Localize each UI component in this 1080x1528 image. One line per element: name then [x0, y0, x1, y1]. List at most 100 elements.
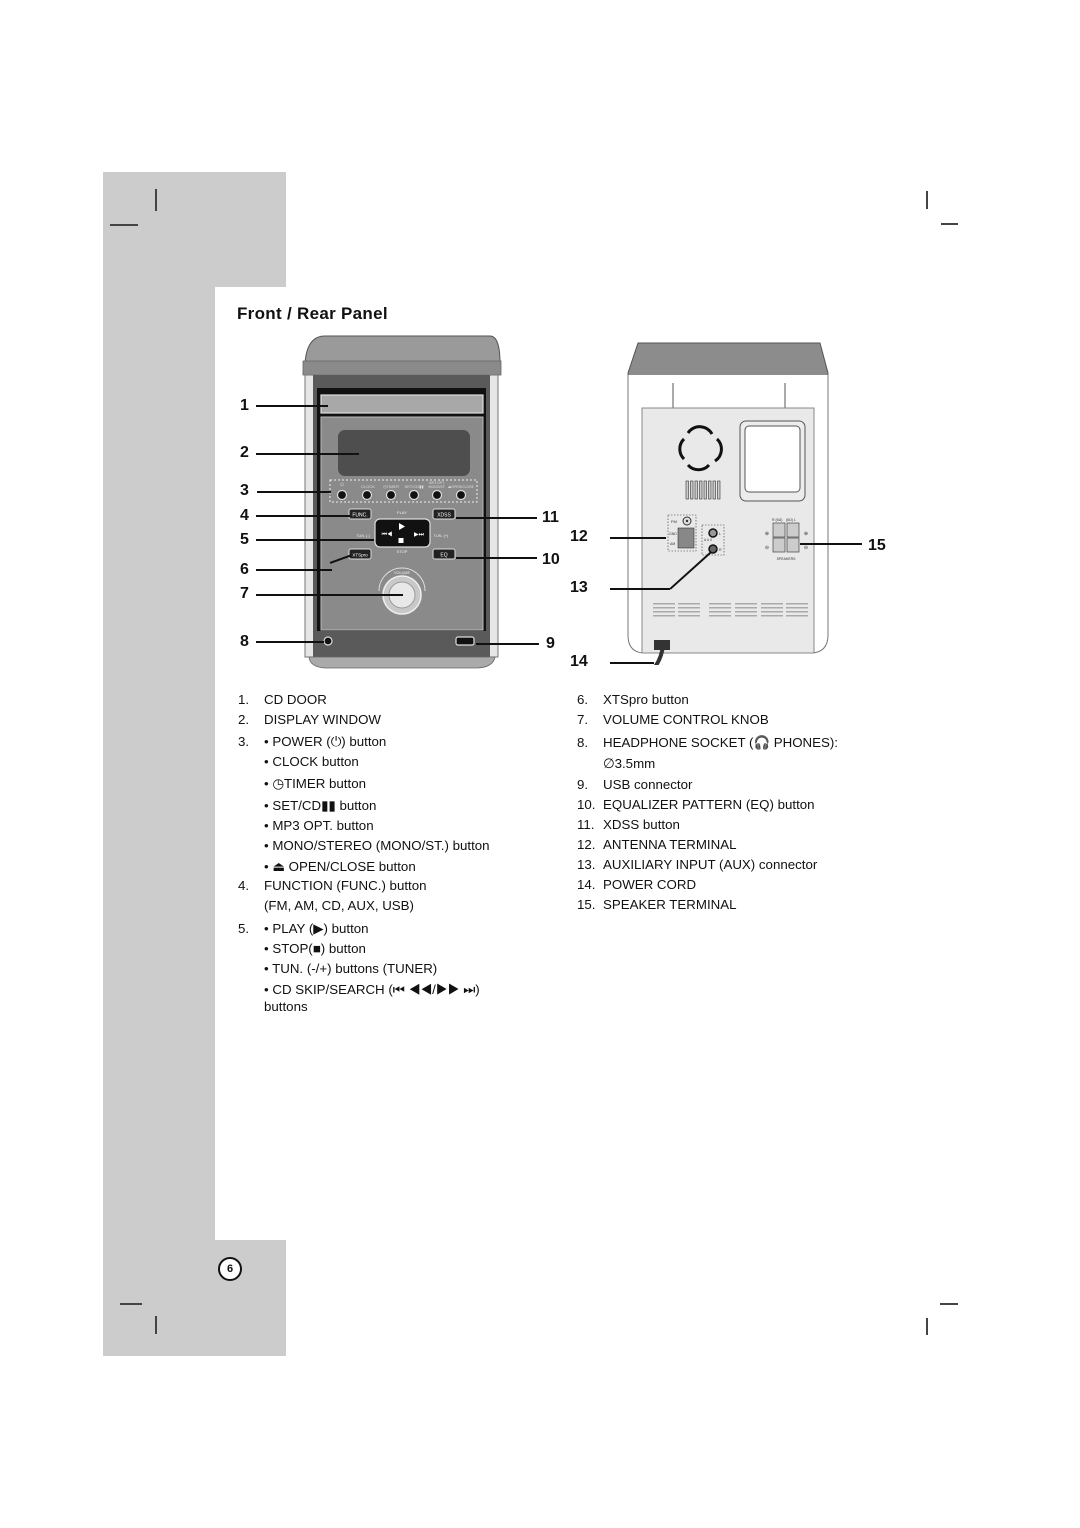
legend-item: 14. POWER CORD — [577, 877, 697, 892]
clock-button-label: CLOCK — [361, 484, 375, 489]
crop-mark — [941, 223, 958, 225]
legend-item: 11. XDSS button — [577, 817, 680, 832]
legend-item: 6. XTSpro button — [577, 692, 689, 707]
legend-item: 8. HEADPHONE SOCKET (🎧 PHONES): — [577, 735, 839, 750]
rear-panel-illustration: FM GND AM A U X L R R (6Ω) (6Ω) L ⊕ ⊕ ⊖ … — [627, 342, 829, 665]
legend-item: • SET/CD▮▮ button — [264, 798, 377, 813]
leader-line — [257, 491, 331, 493]
front-panel-illustration: ⏻ CLOCK ◷TIMER SET/CD▮▮ MP3 OPT. MONO/ST… — [302, 335, 502, 669]
callout-6: 6 — [240, 561, 249, 578]
fm-label: FM — [671, 519, 677, 524]
crop-mark — [120, 1303, 142, 1305]
leader-line — [256, 453, 359, 455]
speakers-label: SPEAKERS — [777, 557, 797, 561]
legend-item: ∅3.5mm — [603, 756, 656, 771]
legend-item: • CLOCK button — [264, 754, 359, 769]
leader-line — [610, 588, 670, 590]
leader-line — [256, 539, 374, 541]
crop-mark — [926, 191, 928, 209]
legend-item: 4. FUNCTION (FUNC.) button — [238, 878, 427, 893]
speaker-l-label: (6Ω) L — [786, 518, 796, 522]
page-margin-band-top — [103, 172, 286, 287]
legend-item: 3. • POWER (⏻) button — [238, 734, 387, 749]
crop-mark — [155, 1316, 157, 1334]
speaker-r-label: R (6Ω) — [772, 518, 782, 522]
leader-line — [456, 517, 537, 519]
leader-line — [256, 569, 332, 571]
stop-label: STOP — [397, 549, 408, 554]
leader-line — [256, 594, 403, 596]
callout-14: 14 — [570, 653, 588, 670]
legend-item: 15. SPEAKER TERMINAL — [577, 897, 737, 912]
legend-item: (FM, AM, CD, AUX, USB) — [264, 898, 414, 913]
legend-item: • MP3 OPT. button — [264, 818, 374, 833]
xtspro-button-label: XTSpro — [352, 553, 368, 558]
power-button[interactable] — [336, 489, 348, 501]
callout-4: 4 — [240, 507, 249, 524]
leader-line — [610, 662, 654, 664]
legend-item: 7. VOLUME CONTROL KNOB — [577, 712, 769, 727]
crop-mark — [155, 189, 157, 211]
tun-plus-label: TUN. (+) — [434, 534, 449, 538]
legend-item: 10. EQUALIZER PATTERN (EQ) button — [577, 797, 815, 812]
legend-item: • CD SKIP/SEARCH (⏮ ◀◀/▶▶ ⏭) — [264, 982, 480, 997]
minus-icon: ⊖ — [804, 545, 808, 551]
legend-item: • ⏏ OPEN/CLOSE button — [264, 859, 416, 874]
tun-minus-label: TUN. (-) — [356, 534, 370, 538]
play-label: PLAY — [397, 510, 407, 515]
legend-item: 1. CD DOOR — [238, 692, 327, 707]
legend-item: • TUN. (-/+) buttons (TUNER) — [264, 961, 438, 976]
minus-icon: ⊖ — [765, 545, 769, 551]
gnd-label: GND — [669, 532, 677, 536]
legend-item: • ◷TIMER button — [264, 776, 366, 791]
timer-button[interactable] — [385, 489, 397, 501]
usb-port[interactable] — [455, 636, 475, 646]
leader-line — [456, 557, 537, 559]
headphone-socket[interactable] — [323, 636, 333, 646]
cd-door — [320, 394, 484, 414]
leader-line — [800, 543, 862, 545]
callout-7: 7 — [240, 585, 249, 602]
callout-9: 9 — [546, 635, 555, 652]
set-cd-button[interactable] — [408, 489, 420, 501]
eq-button-label: EQ — [440, 553, 447, 559]
legend-item: 9. USB connector — [577, 777, 693, 792]
skip-back-icon[interactable]: ⏮◀ — [382, 531, 393, 538]
open-close-label: ⏏OPEN/CLOSE — [448, 485, 475, 489]
leader-line — [256, 515, 350, 517]
power-button-label: ⏻ — [340, 482, 344, 487]
leader-line — [256, 641, 324, 643]
callout-11: 11 — [542, 509, 559, 526]
set-cd-button-label: SET/CD▮▮ — [404, 484, 423, 489]
plus-icon: ⊕ — [804, 531, 808, 537]
stop-icon[interactable] — [398, 538, 404, 543]
legend-item: • MONO/STEREO (MONO/ST.) button — [264, 838, 490, 853]
aux-l-jack[interactable] — [708, 528, 718, 538]
aux-label: A U X — [704, 538, 713, 542]
leader-line — [256, 405, 328, 407]
timer-button-label: ◷TIMER — [383, 484, 399, 489]
open-close-button[interactable] — [455, 489, 467, 501]
mono-st-label: MONO/ST. — [429, 485, 446, 489]
func-button-label: FUNC. — [352, 513, 367, 519]
legend-item: 5. • PLAY (▶) button — [238, 921, 369, 936]
am-antenna-terminal[interactable] — [677, 527, 695, 549]
callout-5: 5 — [240, 531, 249, 548]
xdss-button-label: XDSS — [437, 513, 451, 519]
legend-item: • STOP(■) button — [264, 941, 366, 956]
callout-3: 3 — [240, 482, 249, 499]
legend-item: 12. ANTENNA TERMINAL — [577, 837, 737, 852]
callout-2: 2 — [240, 444, 249, 461]
am-label: AM — [670, 542, 675, 546]
plus-icon: ⊕ — [765, 531, 769, 537]
skip-forward-icon[interactable]: ▶⏭ — [414, 532, 425, 538]
page-title: Front / Rear Panel — [237, 304, 388, 323]
volume-label: VOLUME — [394, 571, 411, 575]
page-margin-band — [103, 172, 215, 1356]
aux-l-label: L — [719, 532, 721, 536]
crop-mark — [940, 1303, 958, 1305]
mono-stereo-button[interactable] — [431, 489, 443, 501]
legend-item: 2. DISPLAY WINDOW — [238, 712, 381, 727]
clock-button[interactable] — [361, 489, 373, 501]
legend-item: 13. AUXILIARY INPUT (AUX) connector — [577, 857, 818, 872]
